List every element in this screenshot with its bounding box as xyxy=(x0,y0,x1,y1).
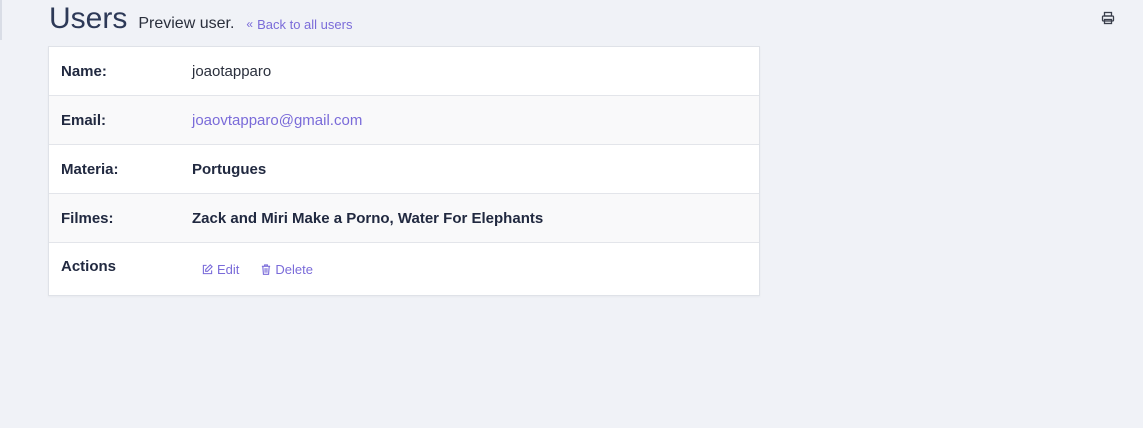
delete-button[interactable]: Delete xyxy=(261,262,313,277)
detail-row-actions: Actions Edit Delete xyxy=(49,243,759,295)
print-icon[interactable] xyxy=(1101,11,1115,25)
materia-label: Materia: xyxy=(61,160,119,178)
email-label: Email: xyxy=(61,111,107,129)
materia-value: Portugues xyxy=(192,160,267,178)
back-link-label: Back to all users xyxy=(257,16,353,32)
page-subtitle: Preview user. xyxy=(138,15,235,32)
name-label: Name: xyxy=(61,62,107,80)
sidebar-edge xyxy=(0,0,2,40)
delete-label: Delete xyxy=(275,262,313,277)
chevron-double-left-icon: « xyxy=(246,17,254,31)
user-details-card: Name: joaotapparo Email: joaovtapparo@gm… xyxy=(48,46,760,296)
email-link[interactable]: joaovtapparo@gmail.com xyxy=(192,112,362,129)
detail-row-filmes: Filmes: Zack and Miri Make a Porno, Wate… xyxy=(49,194,759,243)
trash-icon xyxy=(262,264,271,275)
edit-label: Edit xyxy=(217,262,240,277)
actions-label: Actions xyxy=(61,258,117,275)
detail-row-name: Name: joaotapparo xyxy=(49,47,759,96)
back-to-users-link[interactable]: « Back to all users xyxy=(246,17,352,32)
edit-button[interactable]: Edit xyxy=(202,262,239,277)
detail-row-email: Email: joaovtapparo@gmail.com xyxy=(49,96,759,145)
filmes-value: Zack and Miri Make a Porno, Water For El… xyxy=(192,209,544,227)
actions-group: Edit Delete xyxy=(192,243,335,277)
page-header: Users Preview user. « Back to all users xyxy=(49,2,352,38)
detail-row-materia: Materia: Portugues xyxy=(49,145,759,194)
name-value: joaotapparo xyxy=(192,62,272,80)
filmes-label: Filmes: xyxy=(61,209,114,227)
page-title: Users xyxy=(49,2,128,35)
edit-icon xyxy=(202,264,213,275)
